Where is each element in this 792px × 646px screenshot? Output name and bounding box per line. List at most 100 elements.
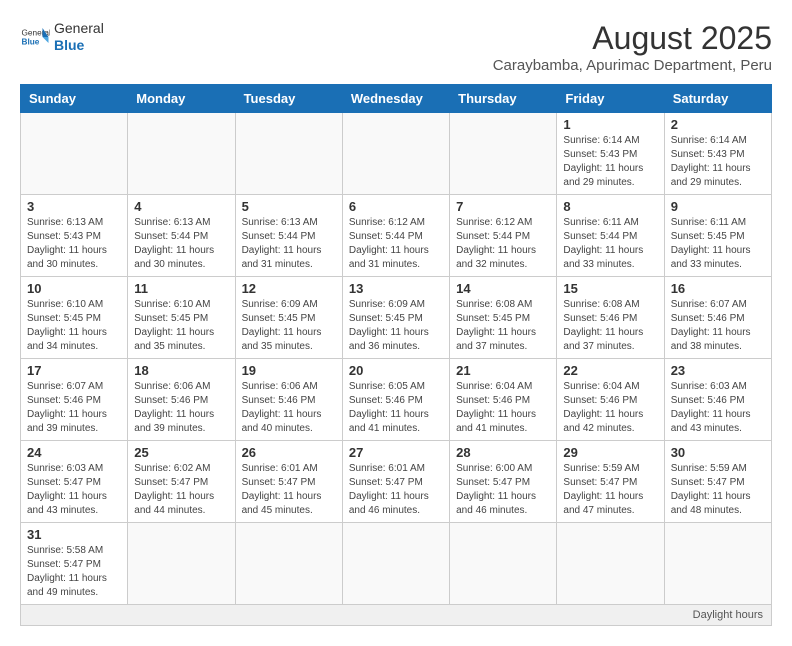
day-info: Sunrise: 6:13 AM Sunset: 5:44 PM Dayligh… — [242, 216, 336, 272]
day-cell: 20 Sunrise: 6:05 AM Sunset: 5:46 PM Dayli… — [342, 359, 449, 441]
day-info: Sunrise: 6:10 AM Sunset: 5:45 PM Dayligh… — [27, 298, 121, 354]
day-cell: 17Sunrise: 6:07 AM Sunset: 5:46 PM Dayli… — [21, 359, 128, 441]
day-cell: 30 Sunrise: 5:59 AM Sunset: 5:47 PM Dayli… — [664, 441, 771, 523]
page-header: General Blue General Blue August 2025 Ca… — [20, 20, 772, 74]
day-cell — [450, 523, 557, 605]
day-number: 28 — [456, 445, 550, 460]
week-row-0: 1 Sunrise: 6:14 AM Sunset: 5:43 PM Daylig… — [21, 113, 772, 195]
day-info: Sunrise: 6:14 AM Sunset: 5:43 PM Dayligh… — [671, 134, 765, 190]
footer-bar: Daylight hours — [20, 605, 772, 626]
day-cell: 31Sunrise: 5:58 AM Sunset: 5:47 PM Dayli… — [21, 523, 128, 605]
day-info: Sunrise: 6:05 AM Sunset: 5:46 PM Dayligh… — [349, 380, 443, 436]
day-info: Sunrise: 6:00 AM Sunset: 5:47 PM Dayligh… — [456, 462, 550, 518]
day-info: Sunrise: 6:13 AM Sunset: 5:43 PM Dayligh… — [27, 216, 121, 272]
day-cell: 16Sunrise: 6:07 AM Sunset: 5:46 PM Dayli… — [664, 277, 771, 359]
day-info: Sunrise: 6:04 AM Sunset: 5:46 PM Dayligh… — [563, 380, 657, 436]
day-info: Sunrise: 6:03 AM Sunset: 5:46 PM Dayligh… — [671, 380, 765, 436]
day-info: Sunrise: 6:01 AM Sunset: 5:47 PM Dayligh… — [242, 462, 336, 518]
page-title: August 2025 — [493, 20, 772, 57]
day-cell: 27 Sunrise: 6:01 AM Sunset: 5:47 PM Dayli… — [342, 441, 449, 523]
day-cell: 2 Sunrise: 6:14 AM Sunset: 5:43 PM Daylig… — [664, 113, 771, 195]
day-info: Sunrise: 6:14 AM Sunset: 5:43 PM Dayligh… — [563, 134, 657, 190]
day-number: 22 — [563, 363, 657, 378]
week-row-2: 10 Sunrise: 6:10 AM Sunset: 5:45 PM Dayli… — [21, 277, 772, 359]
day-cell: 10 Sunrise: 6:10 AM Sunset: 5:45 PM Dayli… — [21, 277, 128, 359]
day-cell — [235, 113, 342, 195]
day-number: 21 — [456, 363, 550, 378]
day-number: 7 — [456, 199, 550, 214]
day-number: 25 — [134, 445, 228, 460]
day-cell — [128, 523, 235, 605]
day-cell: 19Sunrise: 6:06 AM Sunset: 5:46 PM Dayli… — [235, 359, 342, 441]
day-cell: 26Sunrise: 6:01 AM Sunset: 5:47 PM Dayli… — [235, 441, 342, 523]
day-cell — [664, 523, 771, 605]
weekday-header-row: SundayMondayTuesdayWednesdayThursdayFrid… — [21, 85, 772, 113]
week-row-5: 31Sunrise: 5:58 AM Sunset: 5:47 PM Dayli… — [21, 523, 772, 605]
day-cell — [128, 113, 235, 195]
day-info: Sunrise: 6:07 AM Sunset: 5:46 PM Dayligh… — [671, 298, 765, 354]
weekday-saturday: Saturday — [664, 85, 771, 113]
day-info: Sunrise: 6:11 AM Sunset: 5:44 PM Dayligh… — [563, 216, 657, 272]
day-cell: 15 Sunrise: 6:08 AM Sunset: 5:46 PM Dayli… — [557, 277, 664, 359]
day-cell: 23 Sunrise: 6:03 AM Sunset: 5:46 PM Dayli… — [664, 359, 771, 441]
day-info: Sunrise: 6:12 AM Sunset: 5:44 PM Dayligh… — [349, 216, 443, 272]
day-info: Sunrise: 6:11 AM Sunset: 5:45 PM Dayligh… — [671, 216, 765, 272]
day-cell: 22 Sunrise: 6:04 AM Sunset: 5:46 PM Dayli… — [557, 359, 664, 441]
weekday-thursday: Thursday — [450, 85, 557, 113]
day-info: Sunrise: 5:59 AM Sunset: 5:47 PM Dayligh… — [563, 462, 657, 518]
day-cell: 4Sunrise: 6:13 AM Sunset: 5:44 PM Daylig… — [128, 195, 235, 277]
day-cell: 24Sunrise: 6:03 AM Sunset: 5:47 PM Dayli… — [21, 441, 128, 523]
day-cell — [342, 523, 449, 605]
day-number: 27 — [349, 445, 443, 460]
day-info: Sunrise: 6:02 AM Sunset: 5:47 PM Dayligh… — [134, 462, 228, 518]
day-number: 30 — [671, 445, 765, 460]
day-cell: 6Sunrise: 6:12 AM Sunset: 5:44 PM Daylig… — [342, 195, 449, 277]
day-cell — [21, 113, 128, 195]
day-info: Sunrise: 6:01 AM Sunset: 5:47 PM Dayligh… — [349, 462, 443, 518]
logo-blue: Blue — [54, 37, 104, 54]
day-info: Sunrise: 6:09 AM Sunset: 5:45 PM Dayligh… — [349, 298, 443, 354]
day-cell — [342, 113, 449, 195]
day-info: Sunrise: 6:06 AM Sunset: 5:46 PM Dayligh… — [242, 380, 336, 436]
footer-label: Daylight hours — [693, 609, 763, 621]
day-cell — [235, 523, 342, 605]
day-number: 9 — [671, 199, 765, 214]
day-cell: 3 Sunrise: 6:13 AM Sunset: 5:43 PM Daylig… — [21, 195, 128, 277]
day-number: 24 — [27, 445, 121, 460]
day-number: 18 — [134, 363, 228, 378]
day-number: 20 — [349, 363, 443, 378]
day-cell: 8Sunrise: 6:11 AM Sunset: 5:44 PM Daylig… — [557, 195, 664, 277]
day-number: 1 — [563, 117, 657, 132]
day-cell: 18 Sunrise: 6:06 AM Sunset: 5:46 PM Dayli… — [128, 359, 235, 441]
weekday-friday: Friday — [557, 85, 664, 113]
day-number: 31 — [27, 527, 121, 542]
day-cell: 25 Sunrise: 6:02 AM Sunset: 5:47 PM Dayli… — [128, 441, 235, 523]
day-cell: 29 Sunrise: 5:59 AM Sunset: 5:47 PM Dayli… — [557, 441, 664, 523]
day-number: 4 — [134, 199, 228, 214]
day-info: Sunrise: 6:08 AM Sunset: 5:46 PM Dayligh… — [563, 298, 657, 354]
day-cell: 13Sunrise: 6:09 AM Sunset: 5:45 PM Dayli… — [342, 277, 449, 359]
day-cell: 9 Sunrise: 6:11 AM Sunset: 5:45 PM Daylig… — [664, 195, 771, 277]
day-cell — [450, 113, 557, 195]
day-info: Sunrise: 6:04 AM Sunset: 5:46 PM Dayligh… — [456, 380, 550, 436]
weekday-monday: Monday — [128, 85, 235, 113]
logo-icon: General Blue — [20, 22, 50, 52]
day-number: 3 — [27, 199, 121, 214]
svg-text:Blue: Blue — [22, 37, 40, 46]
day-number: 23 — [671, 363, 765, 378]
day-info: Sunrise: 6:08 AM Sunset: 5:45 PM Dayligh… — [456, 298, 550, 354]
day-info: Sunrise: 6:09 AM Sunset: 5:45 PM Dayligh… — [242, 298, 336, 354]
day-number: 2 — [671, 117, 765, 132]
logo-text: General Blue — [54, 20, 104, 54]
day-cell: 11Sunrise: 6:10 AM Sunset: 5:45 PM Dayli… — [128, 277, 235, 359]
day-number: 17 — [27, 363, 121, 378]
calendar-table: SundayMondayTuesdayWednesdayThursdayFrid… — [20, 84, 772, 605]
weekday-sunday: Sunday — [21, 85, 128, 113]
day-info: Sunrise: 5:59 AM Sunset: 5:47 PM Dayligh… — [671, 462, 765, 518]
day-info: Sunrise: 6:12 AM Sunset: 5:44 PM Dayligh… — [456, 216, 550, 272]
day-number: 29 — [563, 445, 657, 460]
page-subtitle: Caraybamba, Apurimac Department, Peru — [493, 57, 772, 74]
day-number: 15 — [563, 281, 657, 296]
day-info: Sunrise: 6:06 AM Sunset: 5:46 PM Dayligh… — [134, 380, 228, 436]
day-number: 10 — [27, 281, 121, 296]
